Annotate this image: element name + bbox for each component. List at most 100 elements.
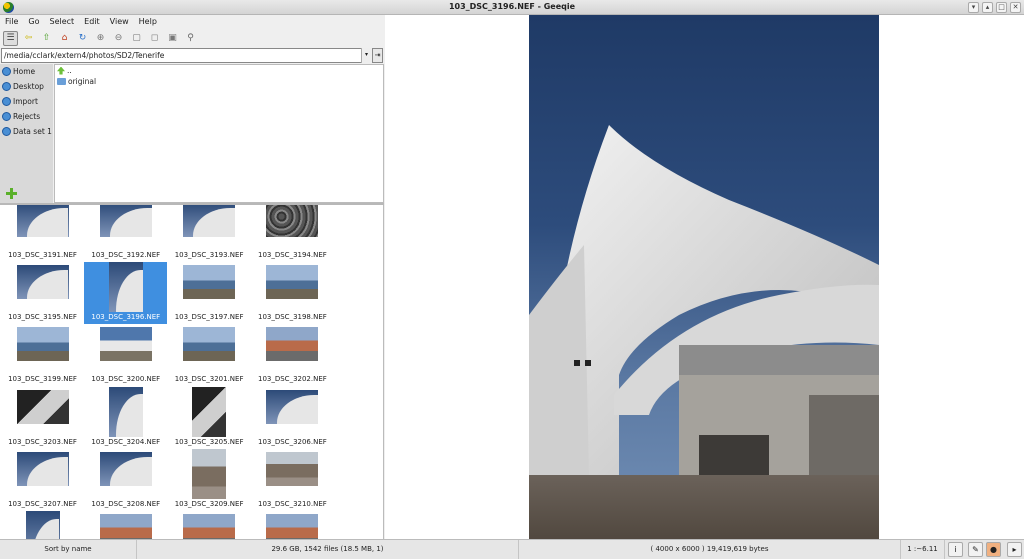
thumbnail-caption: 103_DSC_3209.NEF (174, 499, 244, 508)
title-bar: 103_DSC_3196.NEF - Geeqie ▾ ▴ □ ✕ (0, 0, 1024, 15)
image-info: ( 4000 x 6000 ) 19,419,619 bytes (519, 540, 901, 559)
zoom-out-icon[interactable]: ⊖ (111, 31, 126, 46)
file-count: 29.6 GB, 1542 files (18.5 MB, 1) (137, 540, 519, 559)
thumbnail-item[interactable]: 103_DSC_3202.NEF (251, 324, 334, 386)
thumbnail-item[interactable]: 103_DSC_3195.NEF (1, 262, 84, 324)
maximize-icon[interactable]: □ (996, 2, 1007, 13)
bookmark-desktop[interactable]: Desktop (0, 79, 53, 94)
thumbnail-image (183, 514, 236, 539)
thumbnail-item[interactable]: 103_DSC_3209.NEF (168, 448, 251, 511)
thumbnail-item[interactable]: 103_DSC_3205.NEF (168, 386, 251, 449)
close-icon[interactable]: ✕ (1010, 2, 1021, 13)
thumbnail-image (266, 451, 319, 486)
path-dropdown-icon[interactable]: ▾ (361, 48, 371, 63)
menu-edit[interactable]: Edit (79, 15, 105, 28)
thumbnail-caption: 103_DSC_3205.NEF (174, 437, 244, 446)
minimize-icon[interactable]: ▾ (968, 2, 979, 13)
thumbnail-item[interactable]: 103_DSC_3207.NEF (1, 449, 84, 511)
window-title: 103_DSC_3196.NEF - Geeqie (448, 2, 576, 11)
image-viewer[interactable] (385, 15, 1024, 539)
thumbnail-image (16, 265, 69, 300)
zoom-100-icon[interactable]: ▢ (129, 31, 144, 46)
thumbnail-item[interactable]: 103_DSC_3200.NEF (84, 324, 167, 386)
color-profile-icon[interactable]: ● (986, 542, 1001, 557)
up-icon[interactable]: ⇧ (39, 31, 54, 46)
back-icon[interactable]: ⇦ (21, 31, 36, 46)
menu-file[interactable]: File (0, 15, 23, 28)
thumbnail-image (183, 327, 236, 362)
folder-icon (57, 78, 66, 85)
thumbnail-image (266, 205, 319, 237)
thumbnail-item[interactable] (1, 511, 84, 539)
dir-original[interactable]: original (55, 76, 383, 87)
bookmark-home[interactable]: Home (0, 64, 53, 79)
path-go-icon[interactable]: ⇥ (372, 48, 383, 63)
thumbnail-image (183, 205, 236, 237)
preferences-icon[interactable]: ▣ (165, 31, 180, 46)
dir-parent[interactable]: .. (55, 65, 383, 76)
thumbnail-item[interactable]: 103_DSC_3204.NEF (84, 386, 167, 449)
thumbnail-item[interactable]: 103_DSC_3206.NEF (251, 387, 334, 449)
thumbnail-caption: 103_DSC_3203.NEF (8, 437, 77, 446)
thumbnail-caption: 103_DSC_3191.NEF (8, 251, 77, 259)
thumbnails-toggle-icon[interactable]: ☰ (3, 30, 18, 46)
thumbnail-item[interactable]: 103_DSC_3197.NEF (168, 262, 251, 324)
bookmark-icon (2, 97, 11, 106)
thumbnail-item[interactable]: 103_DSC_3198.NEF (251, 262, 334, 324)
thumbnail-item[interactable] (251, 511, 334, 539)
menu-help[interactable]: Help (134, 15, 162, 28)
zoom-level: 1 :~6.11 (901, 540, 945, 559)
main-image (529, 15, 879, 539)
thumbnail-item[interactable]: 103_DSC_3199.NEF (1, 324, 84, 386)
zoom-fit-icon[interactable]: ◻ (147, 31, 162, 46)
info-icon[interactable]: i (948, 542, 963, 557)
thumbnail-image (16, 205, 69, 237)
menu-go[interactable]: Go (23, 15, 44, 28)
thumbnail-item[interactable]: 103_DSC_3203.NEF (1, 387, 84, 449)
bookmark-rejects[interactable]: Rejects (0, 109, 53, 124)
thumbnail-caption: 103_DSC_3199.NEF (8, 375, 77, 384)
thumbnail-image (192, 386, 227, 437)
thumbnail-caption: 103_DSC_3208.NEF (91, 499, 161, 508)
thumbnail-item[interactable]: 103_DSC_3196.NEF (84, 262, 168, 325)
shade-icon[interactable]: ▴ (982, 2, 993, 13)
menu-bar: File Go Select Edit View Help (0, 15, 384, 28)
menu-view[interactable]: View (105, 15, 134, 28)
thumbnail-caption: 103_DSC_3206.NEF (257, 437, 327, 446)
thumbnail-image (99, 451, 152, 486)
sort-button[interactable]: Sort by name (0, 540, 137, 559)
bookmark-data-set-1[interactable]: Data set 1 (0, 124, 53, 139)
thumbnail-item[interactable]: 103_DSC_3194.NEF (251, 205, 334, 262)
pin-icon[interactable]: ⚲ (183, 31, 198, 46)
thumbnail-item[interactable] (168, 511, 251, 539)
thumbnail-item[interactable]: 103_DSC_3210.NEF (251, 449, 334, 511)
thumbnail-image (266, 327, 319, 362)
thumbnail-image (266, 514, 319, 539)
thumbnail-image (99, 205, 152, 237)
home-icon[interactable]: ⌂ (57, 31, 72, 46)
expand-icon[interactable]: ▸ (1007, 542, 1022, 557)
thumbnail-item[interactable] (84, 511, 167, 539)
zoom-in-icon[interactable]: ⊕ (93, 31, 108, 46)
add-bookmark-icon[interactable] (6, 188, 17, 199)
refresh-icon[interactable]: ↻ (75, 31, 90, 46)
parent-dir-icon (57, 66, 65, 75)
bookmark-import[interactable]: Import (0, 94, 53, 109)
thumbnail-caption: 103_DSC_3210.NEF (257, 499, 327, 508)
thumbnail-caption: 103_DSC_3198.NEF (257, 313, 327, 322)
thumbnail-caption: 103_DSC_3207.NEF (8, 499, 77, 508)
thumbnail-item[interactable]: 103_DSC_3208.NEF (84, 449, 167, 511)
menu-select[interactable]: Select (44, 15, 79, 28)
thumbnail-item[interactable]: 103_DSC_3201.NEF (168, 324, 251, 386)
thumbnail-image (266, 265, 319, 300)
thumbnail-item[interactable]: 103_DSC_3192.NEF (84, 205, 167, 262)
thumbnail-caption: 103_DSC_3195.NEF (8, 313, 77, 322)
path-input[interactable]: /media/cclark/extern4/photos/SD2/Tenerif… (1, 48, 371, 63)
thumbnail-item[interactable]: 103_DSC_3191.NEF (1, 205, 84, 262)
thumbnail-item[interactable]: 103_DSC_3193.NEF (168, 205, 251, 262)
thumbnail-caption: 103_DSC_3194.NEF (257, 251, 327, 259)
thumbnail-image (108, 262, 143, 313)
opera-house-image (529, 125, 879, 539)
color-picker-icon[interactable]: ✎ (968, 542, 983, 557)
thumbnail-caption: 103_DSC_3200.NEF (91, 375, 161, 384)
